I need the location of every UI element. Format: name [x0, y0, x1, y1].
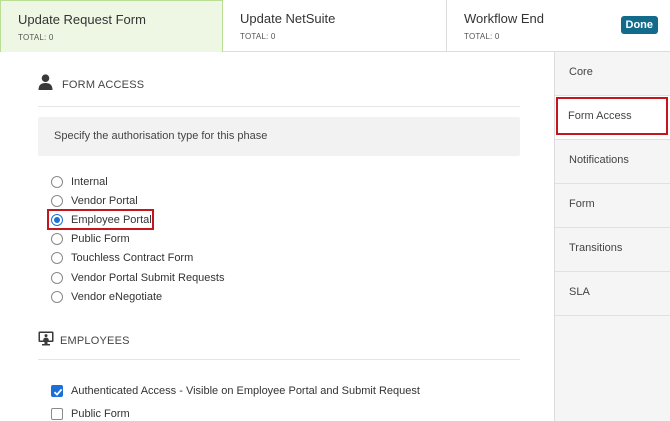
checkbox[interactable]: [51, 407, 63, 420]
radio-option-employee-portal[interactable]: Employee Portal: [47, 209, 224, 231]
section-title: FORM ACCESS: [62, 78, 145, 91]
checkbox-option-authenticated-access-visible-on-employee[interactable]: Authenticated Access - Visible on Employ…: [51, 379, 420, 402]
radio-label: Vendor Portal Submit Requests: [71, 271, 225, 284]
radio-option-touchless-contract-form[interactable]: Touchless Contract Form: [51, 249, 224, 268]
tab-update-netsuite[interactable]: Update NetSuite TOTAL: 0: [223, 0, 447, 52]
radio-button[interactable]: [51, 233, 63, 246]
nav-item-form[interactable]: Form: [555, 184, 670, 228]
form-access-heading: FORM ACCESS: [38, 74, 144, 95]
radio-label: Touchless Contract Form: [71, 252, 194, 265]
checkbox-label: Public Form: [71, 407, 130, 420]
divider: [38, 106, 520, 107]
radio-label: Vendor Portal: [71, 194, 138, 207]
done-badge: Done: [620, 16, 658, 34]
highlight-box: [556, 97, 668, 135]
nav-item-label: Transitions: [569, 242, 623, 254]
highlight-box: [47, 209, 154, 231]
radio-label: Public Form: [71, 233, 130, 246]
authorisation-hint: Specify the authorisation type for this …: [38, 117, 520, 156]
radio-button[interactable]: [51, 175, 63, 188]
phase-section-nav: Core Form Access Notifications Form Transiti…: [554, 52, 670, 421]
nav-item-label: Notifications: [569, 154, 629, 166]
nav-item-transitions[interactable]: Transitions: [555, 228, 670, 272]
radio-button[interactable]: [51, 271, 63, 284]
tab-update-request-form[interactable]: Update Request Form TOTAL: 0: [0, 0, 223, 52]
radio-button[interactable]: [51, 252, 63, 265]
nav-item-core[interactable]: Core: [555, 52, 670, 96]
user-icon: [38, 74, 53, 95]
checkbox-option-public-form[interactable]: Public Form: [51, 402, 420, 421]
authorisation-type-options: Internal Vendor Portal Employee Portal Publ…: [47, 172, 224, 306]
phase-tabs: Update Request Form TOTAL: 0 Update NetS…: [0, 0, 670, 52]
employee-access-options: Authenticated Access - Visible on Employ…: [51, 379, 420, 421]
radio-option-vendor-enegotiate[interactable]: Vendor eNegotiate: [51, 287, 224, 306]
radio-option-public-form[interactable]: Public Form: [51, 230, 224, 249]
nav-item-notifications[interactable]: Notifications: [555, 140, 670, 184]
monitor-user-icon: [38, 331, 54, 351]
nav-item-label: Form: [569, 198, 595, 210]
radio-option-vendor-portal[interactable]: Vendor Portal: [51, 191, 224, 210]
tab-workflow-end[interactable]: Workflow End TOTAL: 0 Done: [447, 0, 670, 52]
tab-title: Update Request Form: [18, 12, 146, 27]
divider: [38, 359, 520, 360]
checkbox-checked[interactable]: [51, 384, 63, 397]
nav-item-label: Core: [569, 66, 593, 78]
tab-total: TOTAL: 0: [18, 33, 54, 42]
section-title: EMPLOYEES: [60, 335, 130, 347]
checkmark-icon: [53, 388, 63, 396]
radio-label: Vendor eNegotiate: [71, 290, 163, 303]
checkbox-label: Authenticated Access - Visible on Employ…: [71, 384, 420, 397]
radio-button[interactable]: [51, 194, 63, 207]
nav-item-form-access[interactable]: Form Access: [555, 96, 670, 140]
radio-option-vendor-portal-submit-requests[interactable]: Vendor Portal Submit Requests: [51, 268, 224, 287]
nav-item-sla[interactable]: SLA: [555, 272, 670, 316]
radio-label: Internal: [71, 175, 108, 188]
tab-total: TOTAL: 0: [240, 32, 276, 41]
radio-option-internal[interactable]: Internal: [51, 172, 224, 191]
employees-heading: EMPLOYEES: [38, 331, 130, 351]
tab-title: Update NetSuite: [240, 11, 336, 26]
nav-item-label: SLA: [569, 286, 590, 298]
phase-settings-panel: FORM ACCESS Specify the authorisation ty…: [0, 52, 554, 421]
radio-button[interactable]: [51, 290, 63, 303]
